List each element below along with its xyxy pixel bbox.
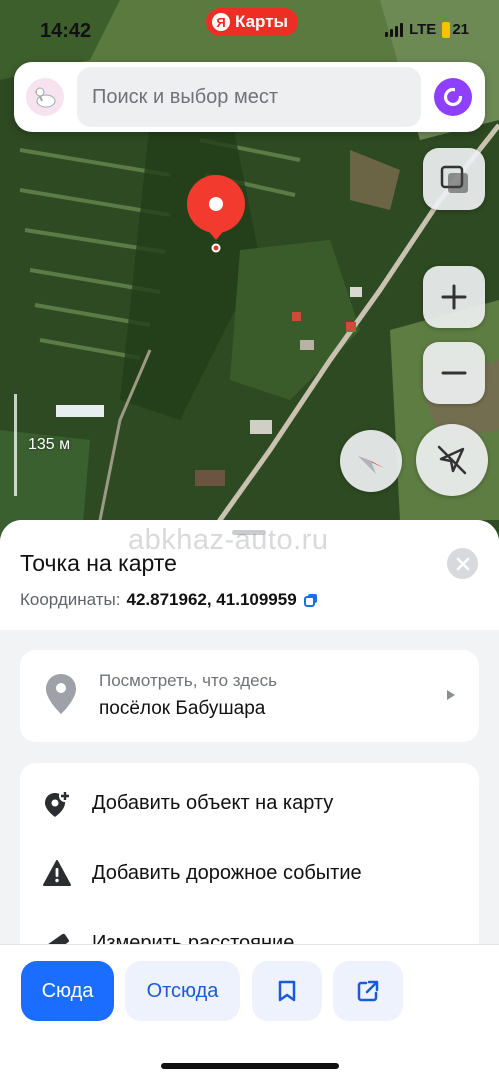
status-time: 14:42 <box>40 20 92 42</box>
scale-bar <box>14 394 17 496</box>
status-indicators: LTE 21 <box>385 21 469 38</box>
alice-voice-button[interactable] <box>434 78 472 116</box>
search-field[interactable] <box>77 67 421 127</box>
app-brand-pill: Я Карты <box>206 8 299 36</box>
sheet-header: abkhaz-auto.ru Точка на карте Координаты… <box>0 520 499 630</box>
minus-icon <box>441 371 467 375</box>
scale-label: 135 м <box>28 436 71 453</box>
warning-icon <box>43 860 71 886</box>
coordinates-value[interactable]: 42.871962, 41.109959 <box>127 590 297 610</box>
what-here-subtitle: Посмотреть, что здесь <box>99 671 277 690</box>
route-action-bar: Сюда Отсюда <box>0 944 499 1080</box>
home-indicator[interactable] <box>161 1063 339 1069</box>
place-pin-icon <box>46 674 76 714</box>
battery-indicator: 21 <box>442 21 469 38</box>
avatar[interactable] <box>26 78 64 116</box>
layers-icon <box>440 165 468 193</box>
action-label: Добавить объект на карту <box>92 792 334 814</box>
route-from-here-button[interactable]: Отсюда <box>125 961 240 1021</box>
what-here-place: посёлок Бабушара <box>99 698 266 719</box>
search-bar <box>14 62 485 132</box>
status-bar: 14:42 Я Карты LTE 21 <box>0 0 499 60</box>
route-to-here-button[interactable]: Сюда <box>21 961 114 1021</box>
compass-button[interactable] <box>340 430 402 492</box>
copy-icon[interactable] <box>303 592 319 608</box>
yandex-logo-icon: Я <box>212 13 230 31</box>
bookmark-button[interactable] <box>252 961 322 1021</box>
coordinates-label: Координаты: <box>20 590 121 609</box>
what-here-card[interactable]: Посмотреть, что здесь посёлок Бабушара <box>20 650 479 742</box>
battery-icon <box>442 21 451 38</box>
map-pin-icon[interactable] <box>186 174 246 254</box>
share-icon <box>357 980 379 1002</box>
plus-icon <box>441 284 467 310</box>
close-icon <box>456 557 469 570</box>
map-scale: 135 м <box>14 394 74 496</box>
layers-button[interactable] <box>423 148 485 210</box>
add-place-icon <box>45 790 71 817</box>
app-brand-label: Карты <box>235 12 289 31</box>
battery-level: 21 <box>452 21 469 38</box>
zoom-out-button[interactable] <box>423 342 485 404</box>
my-location-button[interactable] <box>416 424 488 496</box>
action-add-road-event[interactable]: Добавить дорожное событие <box>20 843 479 903</box>
action-add-object[interactable]: Добавить объект на карту <box>20 773 479 833</box>
close-button[interactable] <box>447 548 478 579</box>
signal-icon <box>385 22 404 37</box>
sheet-title: Точка на карте <box>20 550 177 576</box>
chevron-right-icon <box>447 690 455 700</box>
action-label: Добавить дорожное событие <box>92 862 362 884</box>
coordinates-row: Координаты: 42.871962, 41.109959 <box>20 590 319 610</box>
location-off-icon <box>437 445 467 475</box>
bookmark-icon <box>278 980 296 1002</box>
map-view[interactable]: 14:42 Я Карты LTE 21 Поиск и выбор мест … <box>0 0 499 560</box>
zoom-in-button[interactable] <box>423 266 485 328</box>
search-input[interactable] <box>77 67 421 127</box>
goose-avatar-icon <box>35 87 56 108</box>
network-label: LTE <box>409 21 437 38</box>
alice-icon <box>443 87 463 107</box>
compass-icon <box>358 456 384 474</box>
share-button[interactable] <box>333 961 403 1021</box>
